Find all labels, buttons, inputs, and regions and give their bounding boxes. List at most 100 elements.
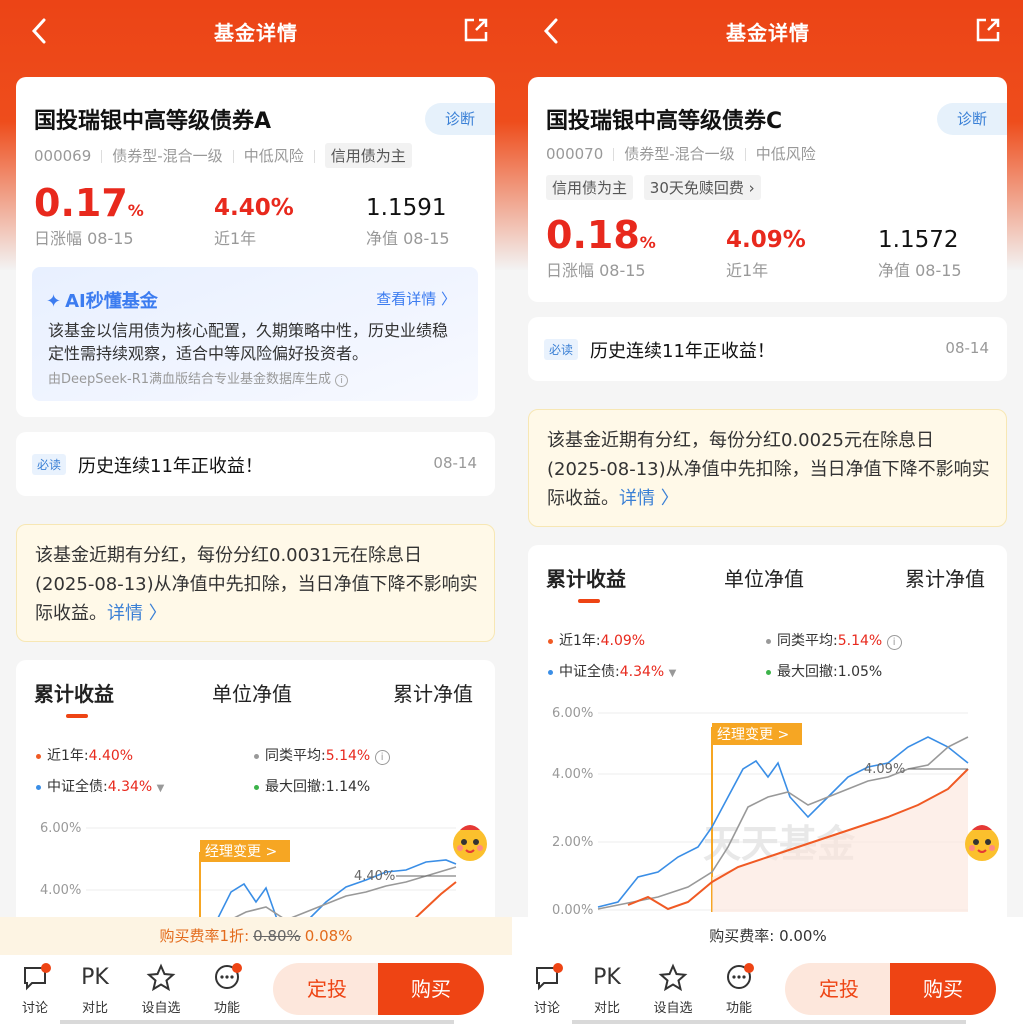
- ai-text: 该基金以信用债为核心配置，久期策略中性，历史业绩稳定性需持续观察，适合中等风险偏…: [48, 321, 449, 363]
- dividend-notice: 该基金近期有分红，每份分红0.0025元在除息日(2025-08-13)从净值中…: [528, 409, 1007, 527]
- pk-icon: PK: [81, 965, 109, 990]
- day-change-value: 0.18: [546, 213, 640, 257]
- nav-functions[interactable]: 功能: [714, 963, 764, 1016]
- page-title: 基金详情: [726, 21, 810, 45]
- day-change-block: 0.17% 日涨幅 08-15: [34, 181, 144, 249]
- nav-compare[interactable]: PK 对比: [70, 963, 120, 1016]
- nav-watchlist-label: 设自选: [653, 1001, 693, 1016]
- fund-meta: 000069 债券型-混合一级 中低风险 信用债为主: [34, 143, 412, 168]
- redemption-tag[interactable]: 30天免赎回费 ›: [643, 175, 761, 200]
- dividend-notice: 该基金近期有分红，每份分红0.0031元在除息日(2025-08-13)从净值中…: [16, 524, 495, 642]
- nav-functions[interactable]: 功能: [202, 963, 252, 1016]
- nav-watchlist[interactable]: 设自选: [648, 963, 698, 1016]
- mascot-icon[interactable]: [446, 818, 494, 866]
- percent-sign: %: [639, 233, 656, 252]
- auto-invest-button[interactable]: 定投: [785, 963, 893, 1015]
- nav-compare-label: 对比: [593, 1001, 620, 1016]
- mascot-icon[interactable]: [958, 818, 1006, 866]
- tab-cumulative-return[interactable]: 累计收益: [546, 563, 626, 603]
- fund-tag: 信用债为主: [324, 143, 412, 168]
- fund-summary-card: 国投瑞银中高等级债券A 诊断 000069 债券型-混合一级 中低风险 信用债为主 0…: [16, 77, 495, 417]
- ai-source: 由DeepSeek-R1满血版结合专业基金数据库生成 i: [48, 368, 349, 387]
- year-return-label: 近1年: [214, 229, 257, 248]
- fund-meta: 000070 债券型-混合一级 中低风险: [546, 143, 816, 164]
- nav-block: 1.1591 净值 08-15: [366, 195, 450, 249]
- fund-tags: 信用债为主 30天免赎回费 ›: [546, 175, 761, 200]
- legend-max-drawdown: 最大回撤:1.14%: [254, 776, 370, 796]
- ai-summary[interactable]: ✦ AI秒懂基金 查看详情 〉 该基金以信用债为核心配置，久期策略中性，历史业绩稳…: [32, 267, 478, 401]
- legend-index[interactable]: 中证全债:4.34% ▼: [548, 661, 676, 681]
- must-read-card[interactable]: 必读 历史连续11年正收益！ 08-14: [528, 317, 1007, 381]
- performance-card: 累计收益 单位净值 累计净值 近1年:4.09% 同类平均:5.14% i 中证…: [528, 545, 1007, 945]
- day-change-block: 0.18% 日涨幅 08-15: [546, 213, 656, 281]
- nav-block: 1.1572 净值 08-15: [878, 227, 962, 281]
- legend-max-drawdown: 最大回撤:1.05%: [766, 661, 882, 681]
- nav-watchlist[interactable]: 设自选: [136, 963, 186, 1016]
- risk-level: 中低风险: [755, 145, 816, 163]
- fee-bar: 购买费率: 0.00%: [512, 917, 1023, 955]
- dividend-text: 该基金近期有分红，每份分红0.0031元在除息日(2025-08-13)从净值中…: [35, 545, 478, 624]
- percent-sign: %: [127, 201, 144, 220]
- fee-label: 购买费率1折:: [159, 927, 250, 945]
- dividend-detail-link[interactable]: 详情 〉: [107, 603, 167, 624]
- fee-original: 0.80%: [253, 927, 301, 945]
- tab-cumulative-nav[interactable]: 累计净值: [393, 678, 473, 707]
- dropdown-icon: ▼: [668, 668, 677, 679]
- fund-code: 000069: [34, 147, 92, 165]
- legend-fund: 近1年:4.09%: [548, 630, 645, 650]
- diagnose-button[interactable]: 诊断: [937, 103, 1007, 135]
- nav-watchlist-label: 设自选: [141, 1001, 181, 1016]
- y-tick-label: 4.00%: [552, 767, 593, 782]
- manager-change-label: 经理变更 >: [717, 727, 789, 743]
- ai-more-link[interactable]: 查看详情 〉: [376, 288, 456, 309]
- diagnose-button[interactable]: 诊断: [425, 103, 495, 135]
- buy-button[interactable]: 购买: [378, 963, 484, 1015]
- buy-button[interactable]: 购买: [890, 963, 996, 1015]
- fund-name: 国投瑞银中高等级债券A: [34, 109, 272, 134]
- must-read-card[interactable]: 必读 历史连续11年正收益！ 08-14: [16, 432, 495, 496]
- manager-change-label: 经理变更 >: [205, 844, 277, 860]
- tab-cumulative-return[interactable]: 累计收益: [34, 678, 114, 718]
- day-change-label: 日涨幅 08-15: [34, 229, 134, 248]
- home-indicator: [572, 1020, 966, 1024]
- nav-discuss[interactable]: 讨论: [10, 963, 60, 1016]
- share-icon[interactable]: [974, 16, 1002, 44]
- tab-unit-nav[interactable]: 单位净值: [724, 563, 804, 592]
- nav-compare[interactable]: PK 对比: [582, 963, 632, 1016]
- header: 基金详情: [0, 0, 512, 62]
- home-indicator: [60, 1020, 454, 1024]
- fund-code: 000070: [546, 145, 604, 163]
- pk-icon: PK: [593, 965, 621, 990]
- dividend-detail-link[interactable]: 详情 〉: [619, 488, 679, 509]
- auto-invest-button[interactable]: 定投: [273, 963, 381, 1015]
- dividend-text: 该基金近期有分红，每份分红0.0025元在除息日(2025-08-13)从净值中…: [547, 430, 990, 509]
- ai-title: ✦ AI秒懂基金: [46, 291, 158, 312]
- nav-discuss-label: 讨论: [533, 1001, 560, 1016]
- info-icon[interactable]: i: [886, 635, 902, 650]
- fund-summary-card: 国投瑞银中高等级债券C 诊断 000070 债券型-混合一级 中低风险 信用债为主 …: [528, 77, 1007, 302]
- fee-bar: 购买费率1折: 0.80% 0.08%: [0, 917, 512, 955]
- performance-card: 累计收益 单位净值 累计净值 近1年:4.40% 同类平均:5.14% i 中证…: [16, 660, 495, 952]
- fund-type: 债券型-混合一级: [624, 145, 735, 163]
- must-read-text: 历史连续11年正收益！: [590, 341, 775, 362]
- end-value-label: 4.09%: [864, 762, 905, 777]
- fund-tag: 信用债为主: [546, 175, 634, 200]
- info-icon[interactable]: i: [335, 374, 349, 387]
- left-panel: 基金详情 国投瑞银中高等级债券A 诊断 000069 债券型-混合一级 中低风险 信用…: [0, 0, 512, 1024]
- end-value-label: 4.40%: [354, 869, 395, 884]
- legend-average: 同类平均:5.14% i: [766, 630, 902, 650]
- tab-cumulative-nav[interactable]: 累计净值: [905, 563, 985, 592]
- dropdown-icon: ▼: [156, 783, 165, 794]
- nav-discuss[interactable]: 讨论: [522, 963, 572, 1016]
- header: 基金详情: [512, 0, 1023, 62]
- star-icon: [146, 963, 176, 992]
- info-icon[interactable]: i: [374, 750, 390, 765]
- performance-chart[interactable]: 6.00% 4.00% 2.00% 0.00% 天天基金 经理变更 > 4.09…: [528, 697, 1007, 917]
- star-icon: [658, 963, 688, 992]
- tab-unit-nav[interactable]: 单位净值: [212, 678, 292, 707]
- legend-fund: 近1年:4.40%: [36, 745, 133, 765]
- legend-index[interactable]: 中证全债:4.34% ▼: [36, 776, 164, 796]
- share-icon[interactable]: [462, 16, 490, 44]
- bottom-bar: 讨论 PK 对比 设自选 功能 定投 购买: [0, 955, 512, 1024]
- nav-functions-label: 功能: [213, 1001, 240, 1016]
